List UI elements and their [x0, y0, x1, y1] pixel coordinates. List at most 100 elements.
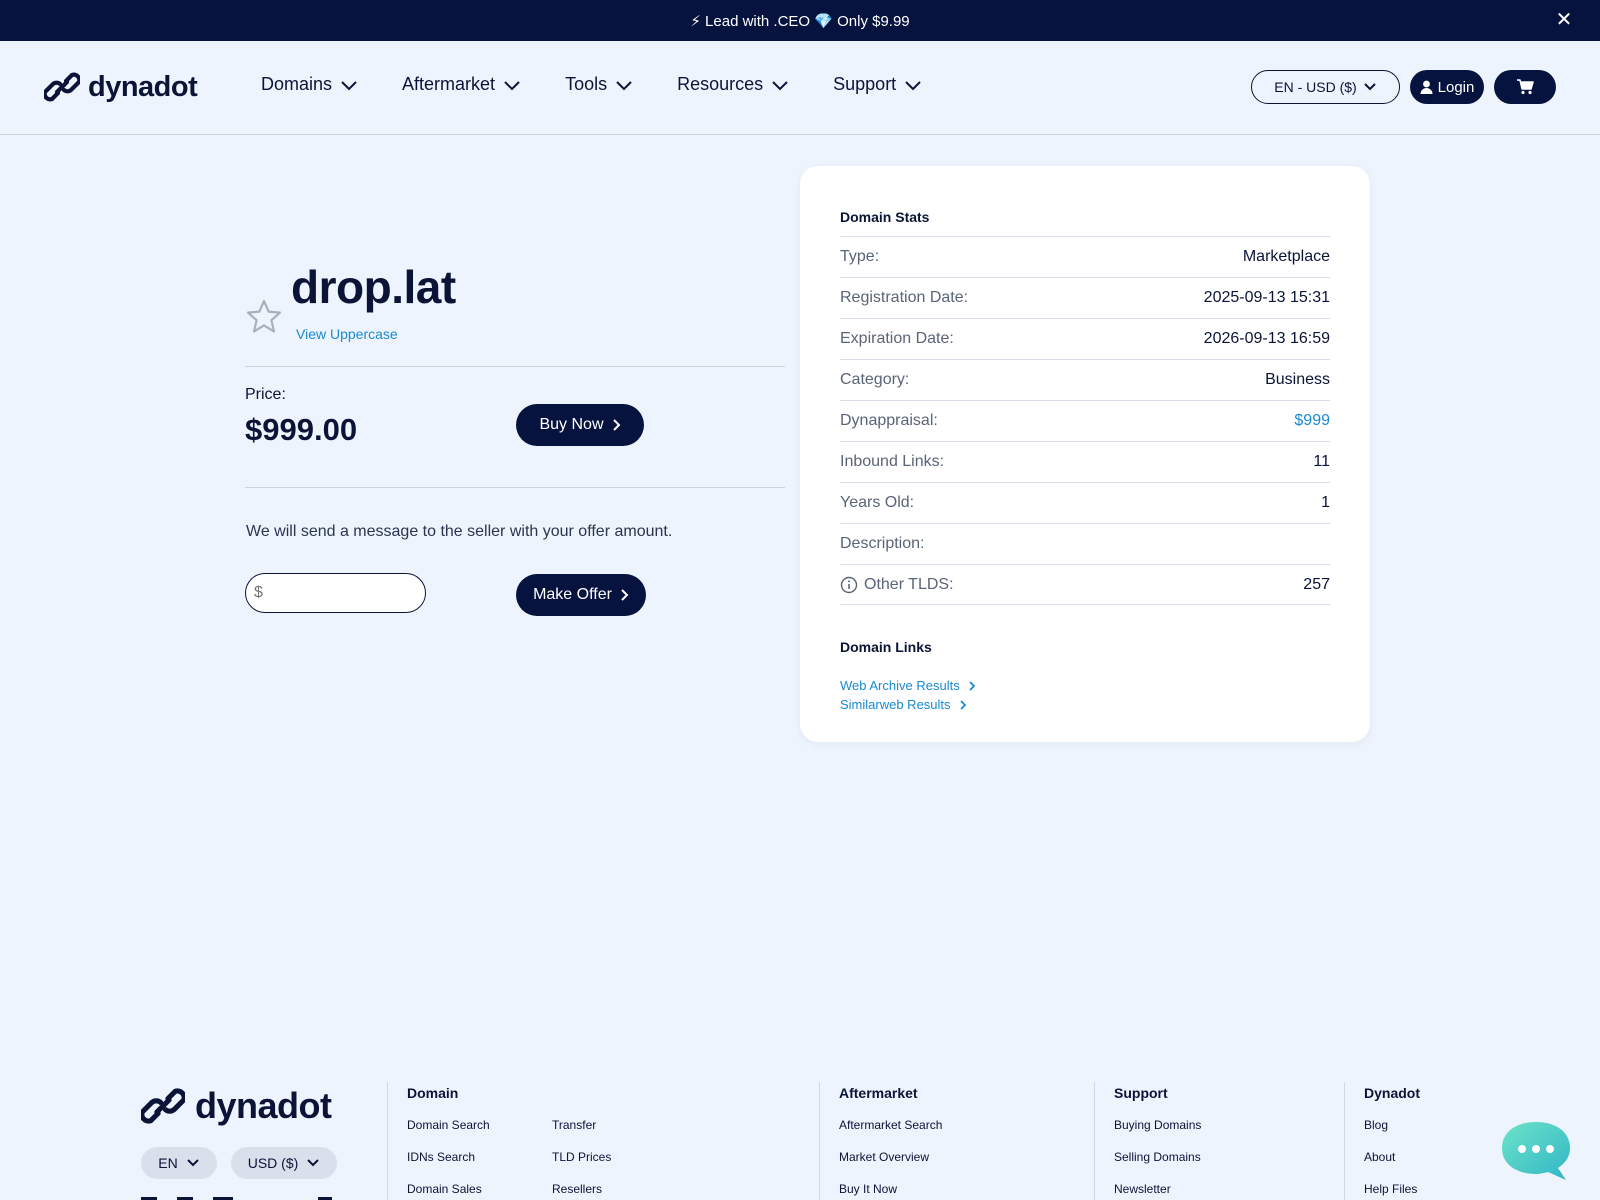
nav-tools[interactable]: Tools: [565, 74, 633, 95]
footer-logo-text: dynadot: [195, 1085, 332, 1126]
footer-language-select[interactable]: EN: [141, 1147, 217, 1179]
buy-now-label: Buy Now: [539, 416, 604, 433]
footer-logo[interactable]: dynadot: [141, 1084, 332, 1128]
footer-link[interactable]: Selling Domains: [1114, 1150, 1201, 1164]
link-label: Similarweb Results: [840, 697, 951, 712]
lang-currency-label: EN - USD ($): [1274, 79, 1357, 95]
footer-currency-label: USD ($): [247, 1155, 299, 1171]
domain-stats-title: Domain Stats: [840, 209, 930, 225]
offer-message: We will send a message to the seller wit…: [246, 523, 673, 540]
footer-lang-label: EN: [158, 1155, 178, 1171]
stat-row-other-tlds: Other TLDS: 257: [840, 564, 1330, 605]
logo-text: dynadot: [88, 70, 198, 103]
stat-row-description: Description:: [840, 523, 1330, 564]
cart-icon: [1517, 79, 1534, 95]
domain-name: drop.lat: [291, 261, 456, 313]
chat-icon[interactable]: [1500, 1120, 1572, 1182]
offer-amount-input[interactable]: [245, 573, 426, 613]
chevron-down-icon: [504, 80, 520, 90]
close-icon[interactable]: ✕: [1554, 10, 1574, 30]
footer-link[interactable]: Newsletter: [1114, 1182, 1171, 1196]
footer-col-aftermarket-title: Aftermarket: [839, 1085, 918, 1101]
logo-icon: [44, 72, 80, 102]
footer-divider: [819, 1082, 820, 1200]
login-button[interactable]: Login: [1410, 70, 1484, 104]
footer-link[interactable]: Help Files: [1364, 1182, 1417, 1196]
buy-now-button[interactable]: Buy Now: [516, 404, 644, 446]
stat-row-type: Type: Marketplace: [840, 236, 1330, 277]
footer-currency-select[interactable]: USD ($): [231, 1147, 337, 1179]
footer-divider: [387, 1082, 388, 1200]
stat-label-text: Other TLDS:: [864, 575, 954, 593]
stat-value: Marketplace: [1242, 248, 1330, 265]
cart-button[interactable]: [1494, 70, 1556, 104]
stat-value: 11: [1313, 453, 1330, 470]
footer-link[interactable]: Domain Sales: [407, 1182, 482, 1196]
nav-label: Resources: [677, 74, 764, 94]
logo-icon: [141, 1088, 185, 1124]
footer-link[interactable]: TLD Prices: [552, 1150, 611, 1164]
nav-resources[interactable]: Resources: [677, 74, 789, 95]
stat-label: Description:: [840, 535, 925, 552]
stat-value: 2025-09-13 15:31: [1203, 289, 1330, 306]
nav-aftermarket[interactable]: Aftermarket: [402, 74, 521, 95]
footer-link[interactable]: Resellers: [552, 1182, 602, 1196]
promo-text[interactable]: ⚡ Lead with .CEO 💎 Only $9.99: [690, 12, 909, 30]
price-label: Price:: [245, 386, 286, 403]
stat-row-dynappraisal: Dynappraisal: $999: [840, 400, 1330, 441]
chevron-down-icon: [307, 1159, 319, 1167]
footer-link[interactable]: Buy It Now: [839, 1182, 897, 1196]
stat-row-expiration-date: Expiration Date: 2026-09-13 16:59: [840, 318, 1330, 359]
footer-col-dynadot-title: Dynadot: [1364, 1085, 1420, 1101]
stat-row-years-old: Years Old: 1: [840, 482, 1330, 523]
stats-table: Type: Marketplace Registration Date: 202…: [840, 236, 1330, 605]
domain-stats-card: Domain Stats Type: Marketplace Registrat…: [800, 166, 1370, 742]
make-offer-button[interactable]: Make Offer: [516, 574, 646, 616]
divider: [245, 487, 785, 488]
web-archive-link[interactable]: Web Archive Results: [840, 676, 976, 695]
footer-col-domain-title: Domain: [407, 1085, 459, 1101]
chevron-down-icon: [187, 1159, 199, 1167]
footer-divider: [1094, 1082, 1095, 1200]
chevron-down-icon: [616, 80, 632, 90]
nav-domains[interactable]: Domains: [261, 74, 358, 95]
chevron-right-icon: [621, 589, 629, 601]
divider: [245, 366, 785, 367]
footer-link[interactable]: Aftermarket Search: [839, 1118, 942, 1132]
chevron-down-icon: [1364, 83, 1376, 91]
site-header: dynadot Domains Aftermarket Tools Resour…: [0, 41, 1600, 135]
footer-link[interactable]: IDNs Search: [407, 1150, 475, 1164]
stat-value: 2026-09-13 16:59: [1203, 330, 1330, 347]
nav-label: Support: [833, 74, 897, 94]
footer-col-support-title: Support: [1114, 1085, 1168, 1101]
stat-label: Other TLDS:: [840, 576, 954, 594]
make-offer-label: Make Offer: [533, 586, 612, 603]
logo[interactable]: dynadot: [44, 69, 198, 105]
chevron-right-icon: [959, 699, 966, 710]
chevron-down-icon: [905, 80, 921, 90]
footer-link[interactable]: Transfer: [552, 1118, 596, 1132]
footer-link[interactable]: Market Overview: [839, 1150, 929, 1164]
footer-link[interactable]: Buying Domains: [1114, 1118, 1201, 1132]
site-footer: dynadot EN USD ($) Domain Domain Search …: [0, 1070, 1600, 1200]
similarweb-link[interactable]: Similarweb Results: [840, 695, 976, 714]
nav-support[interactable]: Support: [833, 74, 922, 95]
star-icon[interactable]: [245, 298, 283, 336]
chevron-right-icon: [969, 680, 975, 691]
language-currency-select[interactable]: EN - USD ($): [1251, 70, 1400, 104]
login-label: Login: [1437, 78, 1475, 96]
footer-link[interactable]: Blog: [1364, 1118, 1388, 1132]
footer-link[interactable]: Domain Search: [407, 1118, 490, 1132]
nav-label: Tools: [565, 74, 608, 94]
footer-link[interactable]: About: [1364, 1150, 1395, 1164]
stat-label: Type:: [840, 248, 880, 265]
dynappraisal-link[interactable]: $999: [1294, 412, 1330, 430]
stat-row-registration-date: Registration Date: 2025-09-13 15:31: [840, 277, 1330, 318]
nav-label: Aftermarket: [402, 74, 496, 94]
stat-value: 257: [1303, 575, 1330, 593]
chevron-down-icon: [341, 80, 357, 90]
user-icon: [1420, 80, 1433, 94]
domain-links-title: Domain Links: [840, 639, 932, 655]
view-uppercase-link[interactable]: View Uppercase: [296, 326, 398, 342]
info-icon[interactable]: [840, 576, 858, 594]
